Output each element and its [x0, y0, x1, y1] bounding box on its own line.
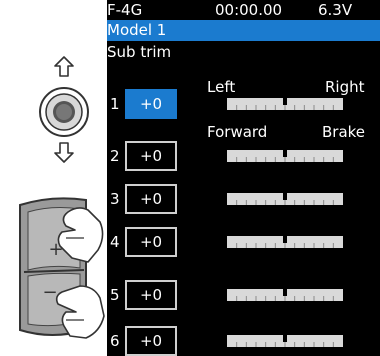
- sub-trim-value-box[interactable]: +0: [125, 141, 177, 171]
- sub-trim-slider: [227, 147, 343, 162]
- battery-voltage: 6.3V: [318, 1, 353, 19]
- instruction-illustration: + −: [19, 56, 105, 339]
- slider-marker: [283, 233, 287, 243]
- slider-marker: [283, 147, 287, 157]
- slider-marker: [283, 190, 287, 200]
- sub-trim-value-box[interactable]: +0: [125, 184, 177, 214]
- steering-left-label: Left: [207, 78, 236, 96]
- channel-number: 3: [110, 190, 120, 208]
- sub-trim-slider: [227, 233, 343, 248]
- model-code: F-4G: [107, 1, 143, 19]
- slider-marker: [283, 95, 287, 105]
- arrow-down-icon: [54, 142, 74, 163]
- transmitter-screen: F-4G 00:00.00 6.3V Model 1 Sub trim Left…: [107, 0, 380, 356]
- channel-number: 5: [110, 286, 120, 304]
- sub-trim-slider: [227, 95, 343, 110]
- model-name: Model 1: [107, 21, 167, 39]
- sub-trim-slider: [227, 332, 343, 347]
- slider-marker: [283, 286, 287, 296]
- slider-marker: [283, 332, 287, 342]
- sub-trim-slider: [227, 190, 343, 205]
- minus-sign: −: [42, 282, 57, 303]
- screen-title: Sub trim: [107, 43, 172, 61]
- channel-number: 1: [110, 95, 120, 113]
- channel-number: 6: [110, 332, 120, 350]
- arrow-up-icon: [54, 56, 74, 77]
- sub-trim-value-box[interactable]: +0: [125, 89, 177, 119]
- steering-right-label: Right: [325, 78, 365, 96]
- throttle-brake-label: Brake: [322, 123, 366, 141]
- sub-trim-slider: [227, 286, 343, 301]
- jog-dial-icon: [39, 87, 89, 137]
- channel-number: 2: [110, 147, 120, 165]
- channel-number: 4: [110, 233, 120, 251]
- sub-trim-value-box[interactable]: +0: [125, 280, 177, 310]
- timer[interactable]: 00:00.00: [215, 0, 282, 20]
- sub-trim-value-box[interactable]: +0: [125, 326, 177, 356]
- sub-trim-value-box[interactable]: +0: [125, 227, 177, 257]
- model-name-bar: Model 1: [107, 20, 380, 41]
- instruction-panel: + −: [0, 0, 107, 356]
- throttle-forward-label: Forward: [207, 123, 268, 141]
- status-bar: F-4G 00:00.00 6.3V: [107, 0, 380, 20]
